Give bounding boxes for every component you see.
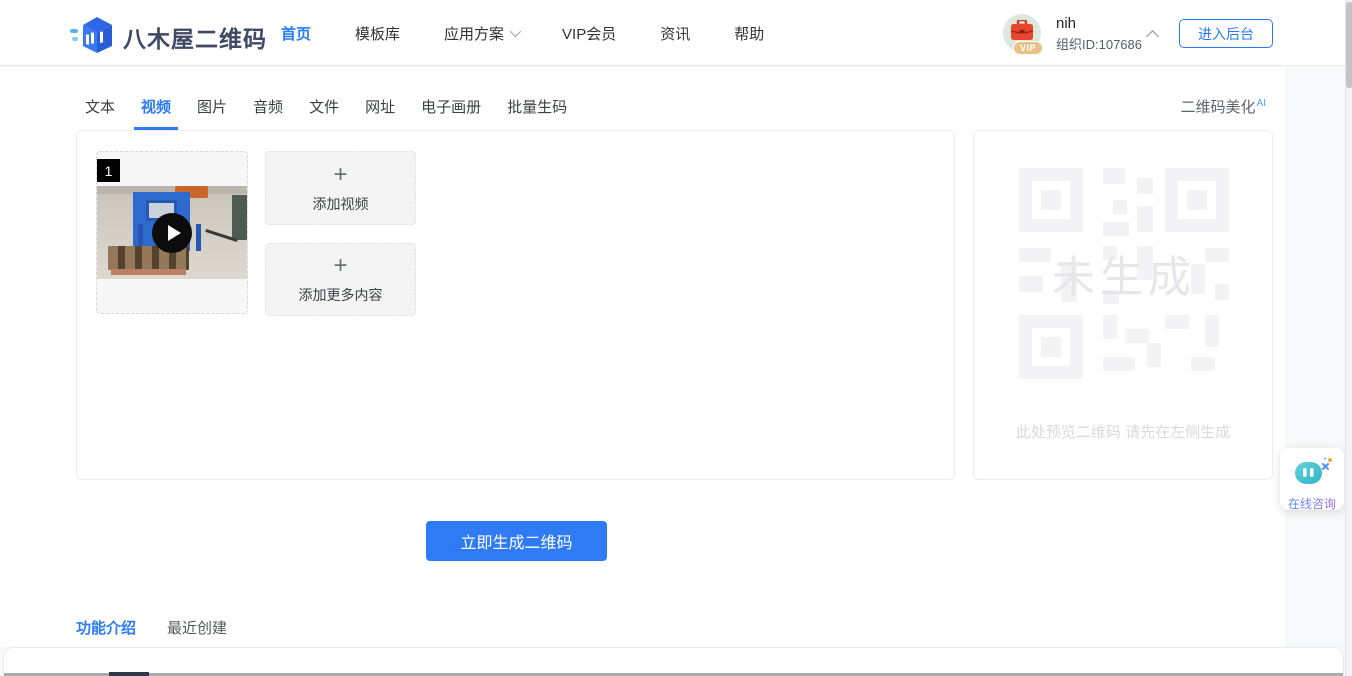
scrollbar-track[interactable] (1345, 0, 1352, 676)
content-type-tabs: 文本 视频 图片 音频 文件 网址 电子画册 批量生码 (78, 90, 574, 130)
logo-icon (70, 14, 116, 59)
qr-beautify-link[interactable]: 二维码美化AI (1181, 96, 1266, 117)
nav-item-news[interactable]: 资讯 (660, 23, 690, 44)
feature-intro-section (3, 647, 1344, 676)
ai-badge: AI (1257, 98, 1266, 109)
online-chat-widget[interactable]: 在线咨询 (1280, 448, 1344, 510)
qr-placeholder: 未生成 (1017, 166, 1231, 381)
feature-image-tab (109, 672, 149, 676)
play-button[interactable] (152, 213, 192, 253)
user-name[interactable]: nih (1056, 15, 1076, 32)
header: 八木屋二维码 首页 模板库 应用方案 VIP会员 资讯 帮助 VIP nih 组… (0, 0, 1345, 66)
plus-icon: + (333, 163, 347, 187)
add-more-content-button[interactable]: + 添加更多内容 (265, 243, 416, 316)
tab-audio[interactable]: 音频 (246, 90, 290, 130)
nav-item-vip[interactable]: VIP会员 (562, 23, 616, 44)
tab-url[interactable]: 网址 (358, 90, 402, 130)
plus-icon: + (333, 254, 347, 278)
tab-image[interactable]: 图片 (190, 90, 234, 130)
user-org-id: 组织ID:107686 (1056, 34, 1142, 53)
qr-preview-panel: 未生成 此处预览二维码 请先在左侧生成 (973, 130, 1273, 480)
editor-panel: 1 + 添加视频 + 添加更多内容 (76, 130, 955, 480)
nav-item-solutions[interactable]: 应用方案 (444, 23, 518, 44)
generate-qr-button[interactable]: 立即生成二维码 (426, 521, 607, 561)
logo[interactable]: 八木屋二维码 (70, 14, 267, 59)
tab-batch[interactable]: 批量生码 (500, 90, 574, 130)
tab-feature-intro[interactable]: 功能介绍 (76, 617, 136, 650)
enter-backend-button[interactable]: 进入后台 (1179, 19, 1273, 48)
logo-title: 八木屋二维码 (123, 20, 267, 54)
vip-badge: VIP (1013, 41, 1043, 55)
thumb-pallet (111, 269, 186, 276)
thumb-green-machine (232, 195, 247, 240)
tab-text[interactable]: 文本 (78, 90, 122, 130)
chevron-down-icon (510, 26, 521, 37)
video-item-card[interactable]: 1 (96, 151, 248, 314)
item-number-badge: 1 (97, 159, 120, 182)
tab-ebook[interactable]: 电子画册 (414, 90, 488, 130)
add-video-button[interactable]: + 添加视频 (265, 151, 416, 225)
video-thumbnail (97, 186, 247, 279)
main-nav: 首页 模板库 应用方案 VIP会员 资讯 帮助 (281, 0, 764, 66)
nav-item-home[interactable]: 首页 (281, 23, 311, 44)
tab-video[interactable]: 视频 (134, 90, 178, 130)
nav-item-help[interactable]: 帮助 (734, 23, 764, 44)
tab-file[interactable]: 文件 (302, 90, 346, 130)
info-tabs: 功能介绍 最近创建 (76, 617, 227, 650)
tab-recently-created[interactable]: 最近创建 (167, 617, 227, 650)
nav-item-templates[interactable]: 模板库 (355, 23, 400, 44)
play-icon (168, 225, 181, 241)
chat-robot-icon (1292, 457, 1332, 492)
chevron-up-icon[interactable] (1146, 30, 1159, 43)
scrollbar-thumb[interactable] (1346, 2, 1352, 88)
chat-label: 在线咨询 (1288, 495, 1336, 512)
preview-hint-text: 此处预览二维码 请先在左侧生成 (974, 421, 1272, 442)
not-generated-watermark: 未生成 (1017, 166, 1231, 381)
